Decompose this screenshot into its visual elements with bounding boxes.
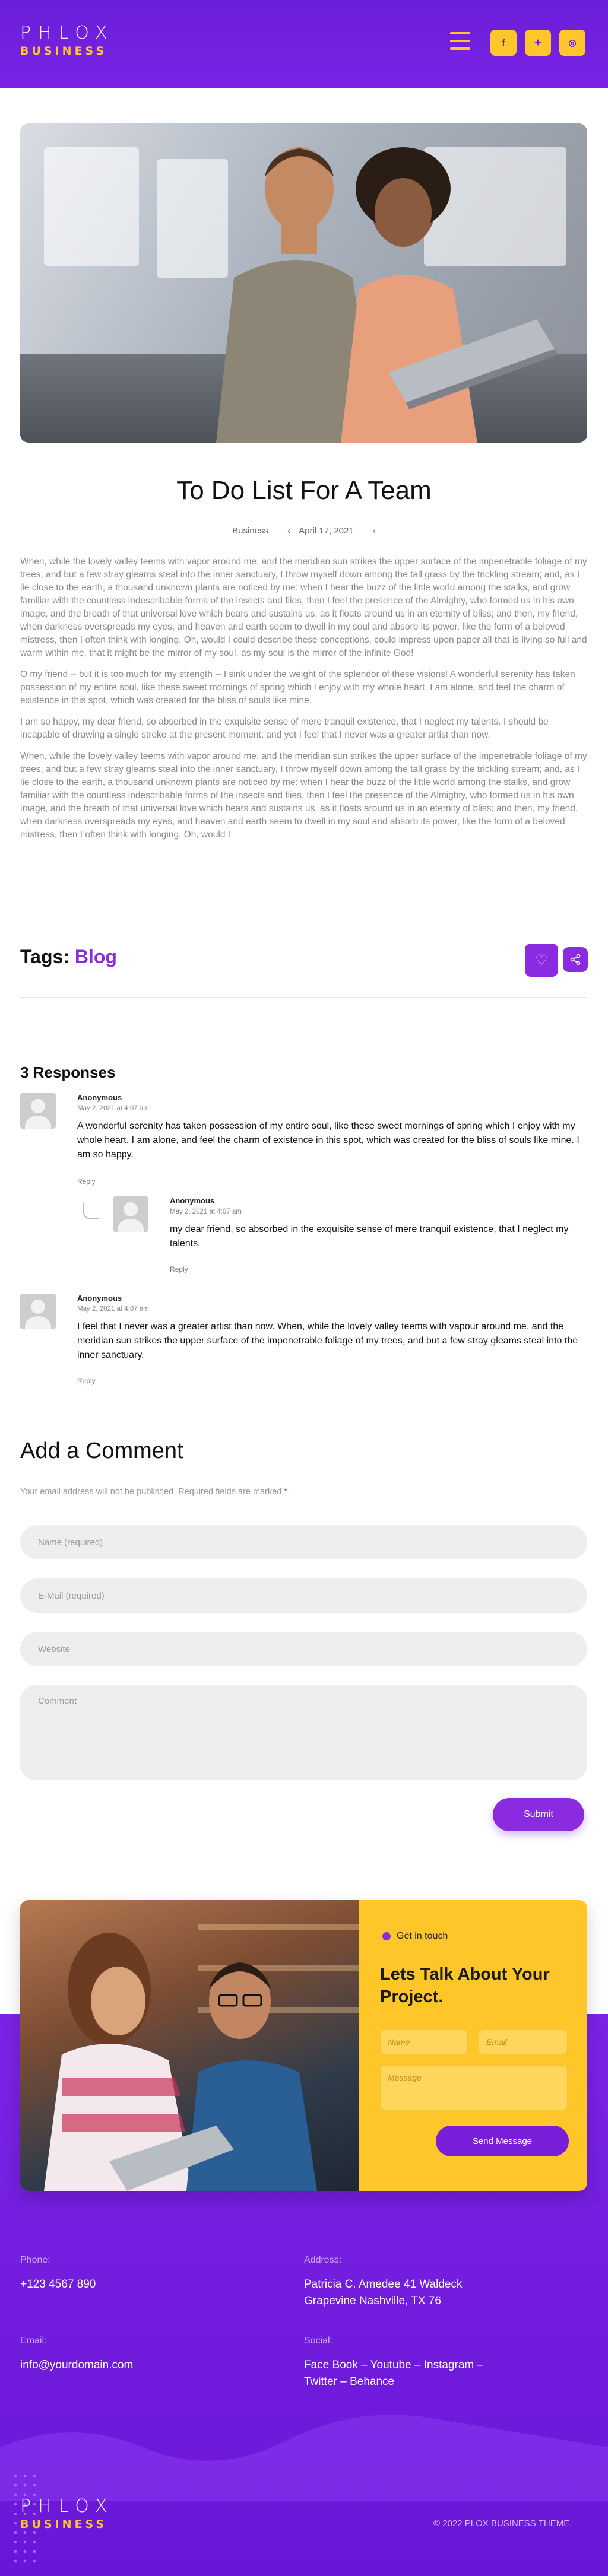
like-button[interactable]: ♡ (525, 944, 558, 977)
phone-value[interactable]: +123 4567 890 (20, 2276, 96, 2293)
post-paragraph: O my friend -- but it is too much for my… (20, 669, 575, 706)
contact-title: Lets Talk About Your Project. (380, 1965, 550, 2006)
instagram-icon[interactable]: ◎ (559, 30, 585, 56)
post-featured-image (20, 123, 587, 443)
email-label: Email: (20, 2336, 47, 2346)
comment: Anonymous May 2, 2021 at 4:07 am I feel … (20, 1294, 587, 1389)
comment: Anonymous May 2, 2021 at 4:07 am A wonde… (20, 1093, 587, 1188)
required-mark: * (284, 1487, 288, 1497)
submit-button[interactable]: Submit (493, 1798, 584, 1831)
email-value[interactable]: info@yourdomain.com (20, 2357, 133, 2374)
post-paragraph: When, while the lovely valley teems with… (20, 751, 587, 840)
email-field[interactable] (20, 1578, 587, 1613)
site-header: PHLOX BUSINESS f ✦ ◎ (0, 0, 608, 88)
section-divider (20, 997, 587, 998)
post-paragraph: When, while the lovely valley teems with… (20, 557, 587, 658)
post-category[interactable]: Business (232, 526, 268, 536)
share-button[interactable] (563, 947, 588, 972)
comment-author: Anonymous (77, 1294, 122, 1303)
comment-date: May 2, 2021 at 4:07 am (77, 1306, 149, 1313)
facebook-icon[interactable]: f (490, 30, 517, 56)
phone-label: Phone: (20, 2255, 50, 2265)
contact-photo (20, 1900, 359, 2191)
contact-card: Get in touch Lets Talk About Your Projec… (20, 1900, 587, 2191)
add-comment-heading: Add a Comment (20, 1438, 183, 1463)
avatar (20, 1093, 56, 1129)
footer-logo-wordmark: PHLOX (20, 2496, 115, 2517)
dot-icon (382, 1932, 391, 1940)
comment-reply: Anonymous May 2, 2021 at 4:07 am my dear… (113, 1196, 587, 1279)
post-paragraph: I am so happy, my dear friend, so absorb… (20, 717, 549, 740)
contact-name-field[interactable]: Name (380, 2029, 468, 2054)
post-content: When, while the lovely valley teems with… (20, 555, 587, 850)
footer-logo[interactable]: PHLOX BUSINESS (20, 2496, 115, 2531)
reply-link[interactable]: Reply (77, 1177, 96, 1186)
post-date: April 17, 2021 (299, 526, 354, 536)
site-logo[interactable]: PHLOX BUSINESS (20, 23, 115, 58)
website-field[interactable] (20, 1632, 587, 1666)
social-links[interactable]: Face Book – Youtube – Instagram – Twitte… (304, 2357, 506, 2390)
reply-link[interactable]: Reply (77, 1377, 96, 1385)
reply-link[interactable]: Reply (170, 1265, 188, 1273)
students-illustration (44, 1933, 317, 2191)
menu-icon[interactable] (450, 32, 470, 50)
comment-field[interactable] (20, 1685, 587, 1780)
post-meta: Business ‹ April 17, 2021 ‹ (0, 526, 608, 536)
copyright-text: © 2022 PLOX BUSINESS THEME. (433, 2518, 572, 2529)
comment-date: May 2, 2021 at 4:07 am (77, 1105, 149, 1112)
contact-eyebrow: Get in touch (382, 1931, 448, 1942)
meta-separator-icon: ‹ (372, 526, 376, 536)
comment-date: May 2, 2021 at 4:07 am (170, 1208, 242, 1215)
share-icon (570, 954, 581, 965)
reply-arrow-icon (83, 1203, 99, 1219)
contact-message-field[interactable]: Message (380, 2065, 568, 2110)
comment-text: my dear friend, so absorbed in the exqui… (170, 1224, 569, 1249)
send-message-button[interactable]: Send Message (436, 2126, 569, 2156)
post-tags: Tags: Blog (20, 946, 117, 968)
tag-link[interactable]: Blog (75, 946, 117, 967)
avatar (20, 1294, 56, 1329)
comment-author: Anonymous (77, 1093, 122, 1102)
responses-heading: 3 Responses (20, 1063, 116, 1081)
avatar (113, 1196, 148, 1232)
social-label: Social: (304, 2336, 333, 2346)
comment-text: A wonderful serenity has taken possessio… (77, 1121, 580, 1160)
form-note: Your email address will not be published… (20, 1487, 287, 1497)
heart-icon: ♡ (535, 952, 548, 968)
footer-logo-subtitle: BUSINESS (20, 2518, 107, 2531)
logo-subtitle: BUSINESS (20, 45, 107, 58)
name-field[interactable] (20, 1525, 587, 1559)
contact-eyebrow-text: Get in touch (397, 1931, 448, 1941)
form-note-text: Your email address will not be published… (20, 1487, 282, 1497)
contact-email-field[interactable]: Email (479, 2029, 568, 2054)
comment-text: I feel that I never was a greater artist… (77, 1322, 578, 1360)
comment-author: Anonymous (170, 1196, 215, 1205)
people-illustration (216, 147, 558, 443)
post-title: To Do List For A Team (176, 476, 432, 505)
tags-label: Tags: (20, 946, 69, 967)
meta-separator-icon: ‹ (287, 526, 291, 536)
address-label: Address: (304, 2255, 342, 2265)
address-value: Patricia C. Amedee 41 Waldeck Grapevine … (304, 2278, 463, 2307)
footer-wave-decoration (0, 2415, 608, 2501)
twitter-icon[interactable]: ✦ (525, 30, 551, 56)
logo-wordmark: PHLOX (20, 23, 115, 43)
